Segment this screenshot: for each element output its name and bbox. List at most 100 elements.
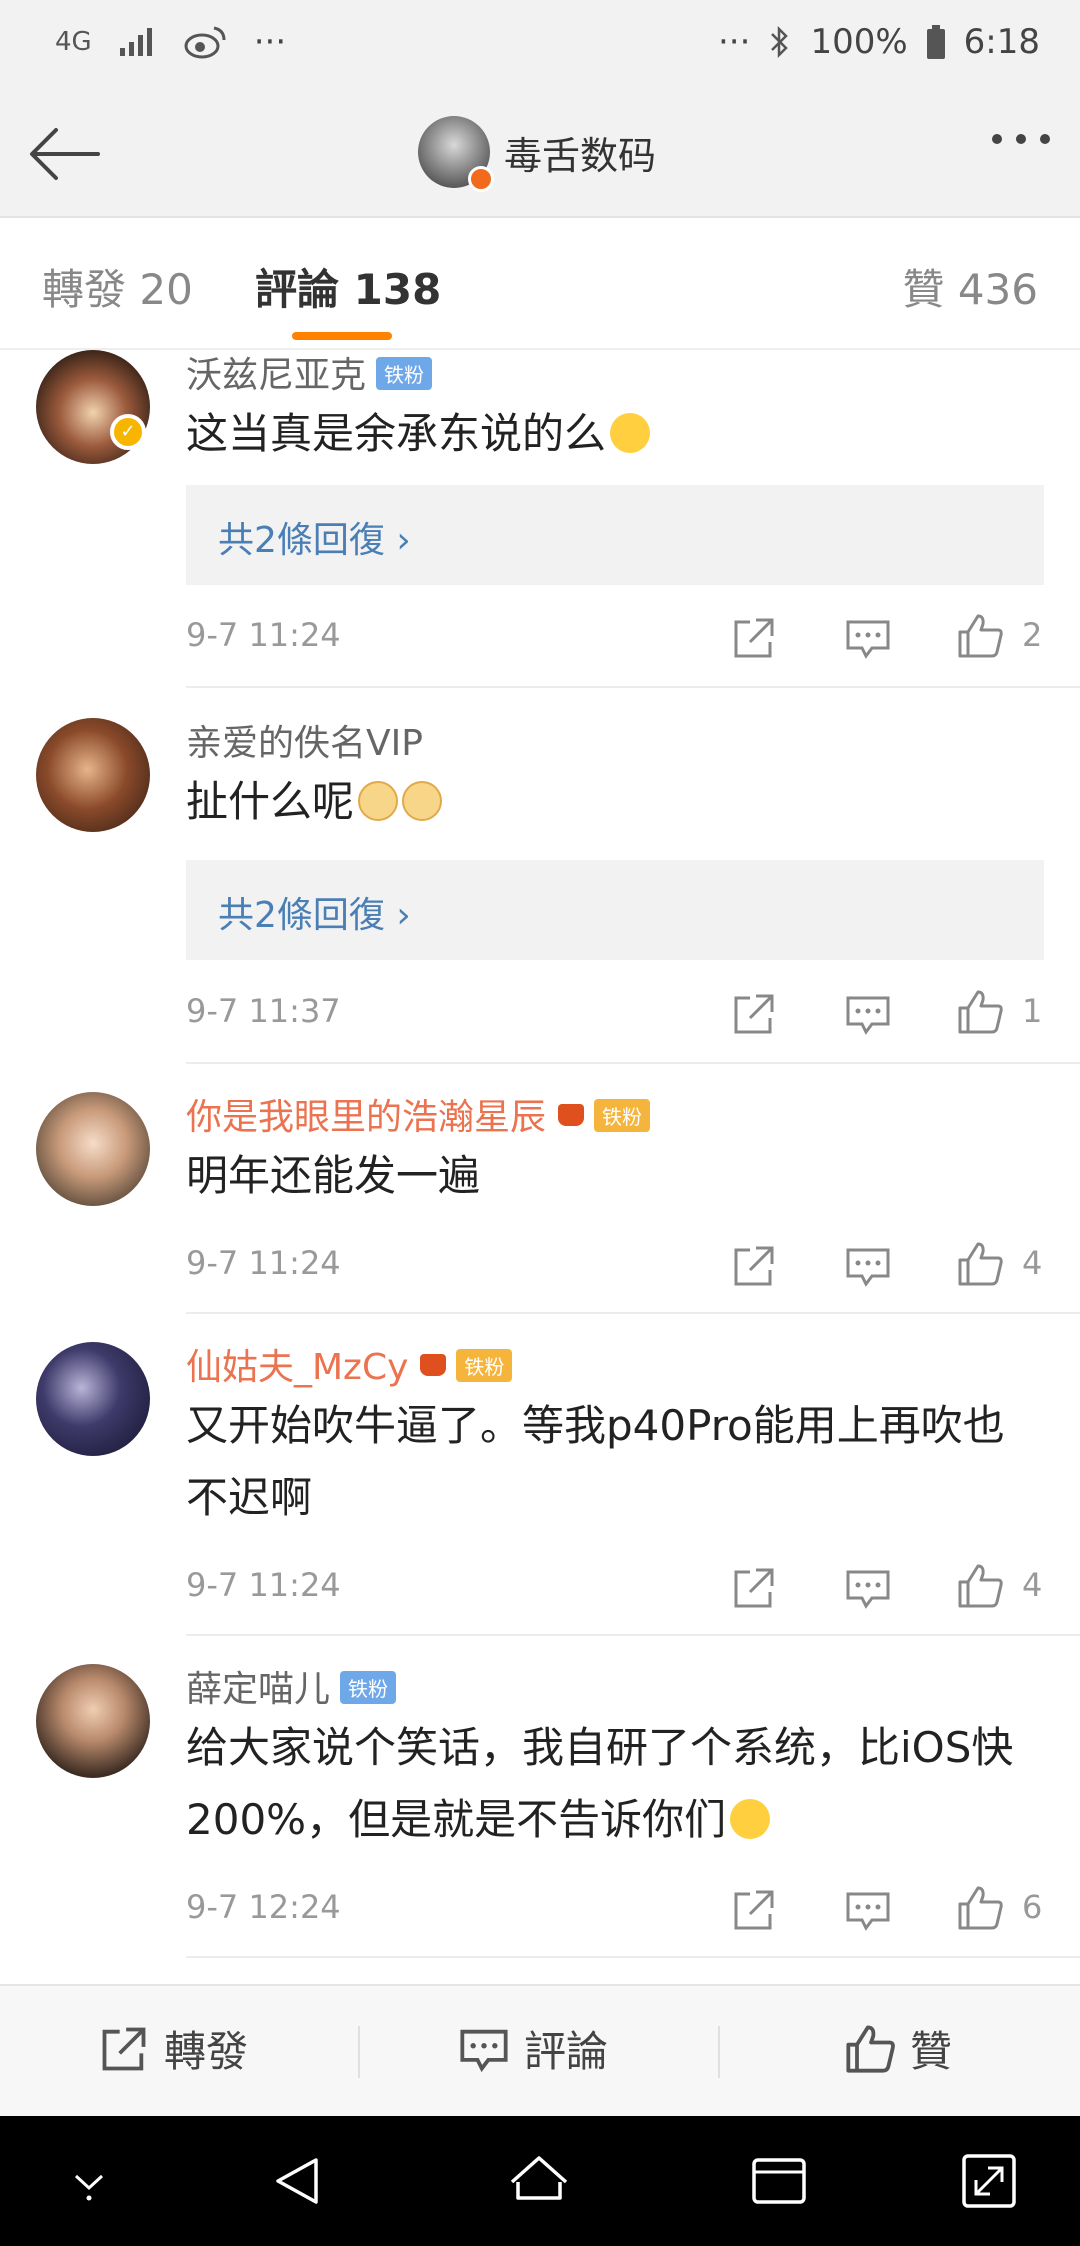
home-icon[interactable] [504,2146,574,2216]
comment-text: 这当真是余承东说的么 [186,398,1020,470]
arrow-left-icon [30,128,100,180]
comment-button[interactable]: 評論 [458,2018,608,2079]
share-icon[interactable] [730,990,778,1038]
bottom-toolbar: 轉發 評論 贊 [0,1984,1080,2116]
comment-icon[interactable] [844,614,892,662]
avatar[interactable] [36,718,150,832]
status-more: ··· [718,22,751,62]
comment-text-body: 给大家说个笑话，我自研了个系统，比iOS快200%，但是就是不告诉你们 [186,1723,1014,1844]
comment-username[interactable]: 你是我眼里的浩瀚星辰 铁粉 [186,1088,651,1140]
expand-icon[interactable] [954,2146,1024,2216]
status-overflow: ··· [253,22,287,62]
recents-icon[interactable] [744,2146,814,2216]
comment-username[interactable]: 仙姑夫_MzCy 铁粉 [186,1338,513,1390]
like-button[interactable]: 贊 [844,2018,952,2079]
thumbs-up-icon[interactable] [956,1240,1004,1288]
signal-icon [119,28,152,56]
tab-bar: 轉發 20 評論 138 贊 436 [0,218,1080,350]
bluetooth-icon [771,25,789,59]
share-icon [102,2027,146,2070]
comment-username[interactable]: 薛定喵儿 铁粉 [186,1660,397,1712]
status-right: ··· 100% 6:18 [718,22,1040,62]
share-icon[interactable] [730,1242,778,1290]
divider [186,1956,1080,1958]
username-text: 亲爱的佚名VIP [186,723,423,764]
like-count: 2 [1022,616,1043,654]
tab-comments[interactable]: 評論 138 [255,256,441,317]
comment-time: 9-7 11:37 [186,992,341,1030]
comment-icon[interactable] [844,990,892,1038]
back-button[interactable] [26,114,106,194]
comment-time: 9-7 11:24 [186,616,341,654]
comment-icon[interactable] [844,1564,892,1612]
repost-label: 轉發 [164,2027,249,2076]
fan-badge: 铁粉 [376,356,433,390]
username-text: 你是我眼里的浩瀚星辰 [186,1097,547,1138]
avatar[interactable] [418,116,494,192]
doge-emoji-icon [358,780,399,821]
thumbs-up-icon[interactable] [956,1884,1004,1932]
active-tab-indicator [292,332,392,340]
share-icon[interactable] [730,1564,778,1612]
avatar[interactable] [36,1342,150,1456]
tab-repost[interactable]: 轉發 20 [42,256,193,317]
system-nav-bar [0,2116,1080,2246]
like-count: 6 [1022,1888,1043,1926]
divider [186,686,1080,688]
status-left: 4G ··· [55,22,286,62]
divider [718,2026,720,2078]
crown-icon [420,1354,447,1376]
weibo-icon [184,26,226,59]
avatar[interactable] [36,1664,150,1778]
replies-link[interactable]: 共2條回復 › [186,485,1044,585]
more-dot [1040,134,1050,144]
fan-badge: 铁粉 [594,1098,651,1132]
username-text: 薛定喵儿 [186,1669,331,1710]
divider [186,1634,1080,1636]
share-icon[interactable] [730,614,778,662]
like-count: 4 [1022,1566,1043,1604]
comment-text: 又开始吹牛逼了。等我p40Pro能用上再吹也不迟啊 [186,1390,1020,1534]
thumbs-up-icon[interactable] [956,612,1004,660]
tab-likes[interactable]: 贊 436 [902,256,1038,317]
thumbs-up-icon[interactable] [956,988,1004,1036]
repost-button[interactable]: 轉發 [98,2018,248,2079]
like-count: 1 [1022,992,1043,1030]
fan-badge: 铁粉 [456,1348,513,1382]
comment-username[interactable]: 沃兹尼亚克 铁粉 [186,346,433,398]
doge-emoji-icon [402,780,443,821]
thumbs-up-icon[interactable] [956,1562,1004,1610]
comment-text: 给大家说个笑话，我自研了个系统，比iOS快200%，但是就是不告诉你们 [186,1712,1020,1856]
comment-text-body: 扯什么呢 [186,777,355,826]
comment-time: 9-7 11:24 [186,1244,341,1282]
comment-label: 評論 [524,2027,609,2076]
username-text: 仙姑夫_MzCy [186,1347,409,1388]
comment-text: 明年还能发一遍 [186,1140,1020,1212]
page-title: 毒舌数码 [504,133,657,178]
chevron-down-icon[interactable] [54,2146,124,2216]
share-icon[interactable] [730,1886,778,1934]
comment-icon[interactable] [844,1242,892,1290]
emoji-icon [730,1798,771,1839]
username-text: 沃兹尼亚克 [186,355,367,396]
replies-link[interactable]: 共2條回復 › [186,860,1044,960]
comment-username[interactable]: 亲爱的佚名VIP [186,714,423,766]
comment-text-body: 又开始吹牛逼了。等我p40Pro能用上再吹也不迟啊 [186,1401,1005,1522]
divider [358,2026,360,2078]
comment-time: 9-7 12:24 [186,1888,341,1926]
comment-text-body: 这当真是余承东说的么 [186,409,607,458]
back-triangle-icon[interactable] [264,2146,334,2216]
battery-icon [926,25,945,59]
more-dots-icon [992,134,1002,144]
divider [186,1312,1080,1314]
comment-text: 扯什么呢 [186,766,1020,838]
more-button[interactable] [992,134,1050,144]
emoji-icon [610,412,651,453]
battery-percent: 100% [810,22,908,62]
like-count: 4 [1022,1244,1043,1282]
fan-badge: 铁粉 [340,1670,397,1704]
avatar[interactable] [36,1092,150,1206]
more-dot [1016,134,1026,144]
comment-icon[interactable] [844,1886,892,1934]
title-group[interactable]: 毒舌数码 [418,116,657,192]
